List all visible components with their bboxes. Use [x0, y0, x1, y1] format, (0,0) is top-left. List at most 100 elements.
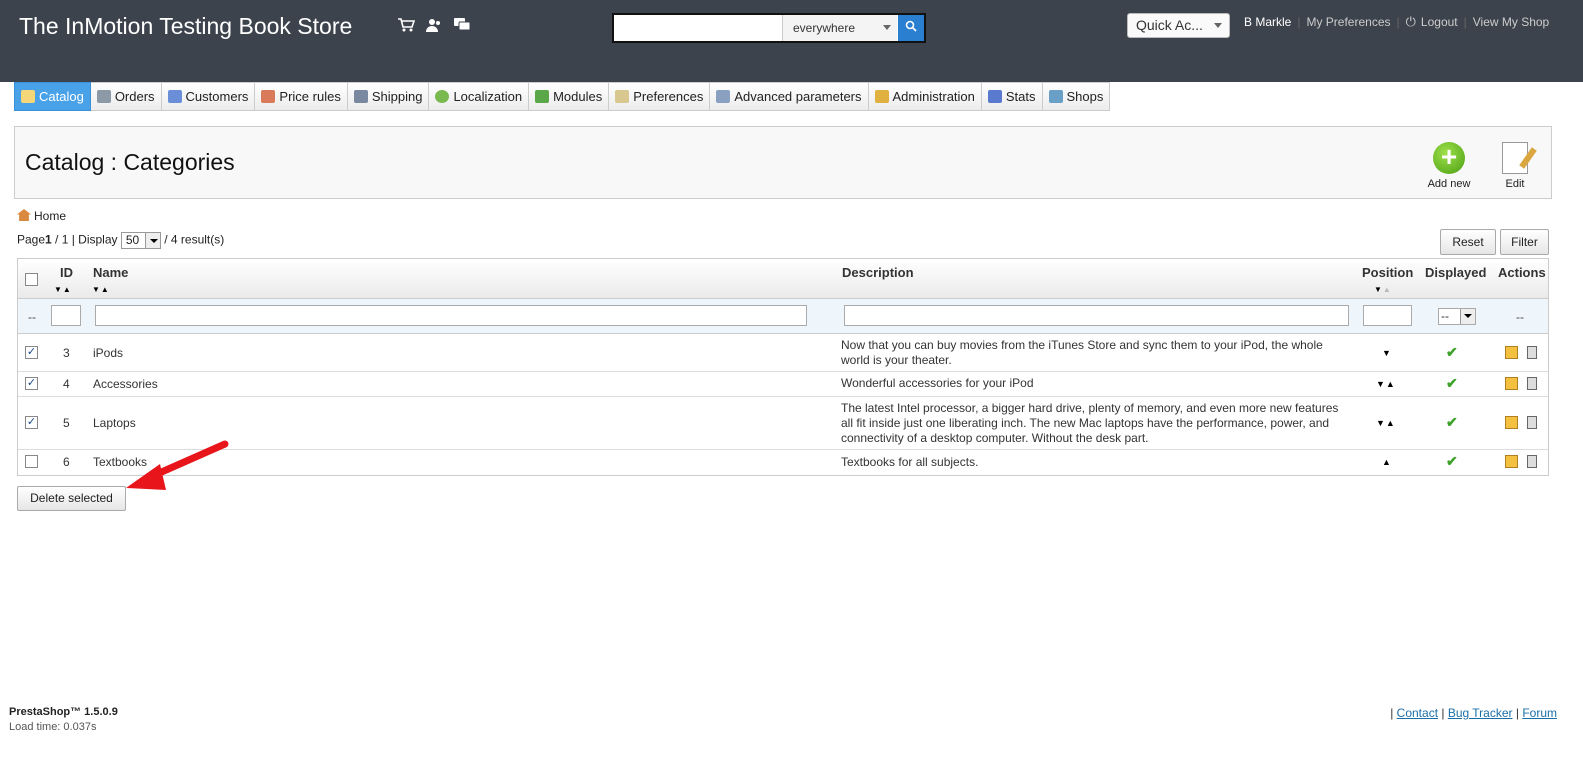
row-checkbox[interactable]: ✓: [25, 346, 38, 359]
row-checkbox[interactable]: ✓: [25, 416, 38, 429]
position-arrows[interactable]: ▼▲: [1376, 379, 1396, 389]
row-id: 5: [63, 416, 70, 430]
edit-icon[interactable]: [1505, 346, 1518, 359]
quick-access-select[interactable]: Quick Ac...: [1127, 13, 1230, 38]
row-name: iPods: [93, 346, 124, 360]
tab-modules[interactable]: Modules: [529, 82, 610, 111]
reset-button[interactable]: Reset: [1440, 229, 1496, 255]
tab-price-rules[interactable]: Price rules: [255, 82, 348, 111]
sort-id-arrows[interactable]: ▼▲: [54, 285, 72, 294]
add-icon: +: [1433, 142, 1465, 174]
per-page-select[interactable]: 50: [120, 232, 161, 249]
row-description: The latest Intel processor, a bigger har…: [841, 401, 1339, 445]
tab-administration[interactable]: Administration: [868, 82, 982, 111]
my-preferences-link[interactable]: My Preferences: [1306, 15, 1390, 29]
search-input[interactable]: [614, 15, 782, 41]
row-id: 3: [63, 346, 70, 360]
position-down-arrow[interactable]: ▼: [1382, 348, 1392, 358]
row-name: Accessories: [93, 377, 158, 391]
filter-name-input[interactable]: [95, 305, 807, 326]
forum-link[interactable]: Forum: [1522, 706, 1557, 720]
wrench-icon: [716, 90, 731, 103]
table-row[interactable]: 6 Textbooks Textbooks for all subjects. …: [18, 450, 1548, 475]
add-new-button[interactable]: + Add new: [1417, 142, 1481, 191]
shop-title[interactable]: The InMotion Testing Book Store: [19, 13, 352, 40]
filter-button[interactable]: Filter: [1500, 229, 1549, 255]
tab-stats[interactable]: Stats: [981, 82, 1043, 111]
sort-position-arrows[interactable]: ▼▲: [1374, 285, 1392, 294]
tab-customers[interactable]: Customers: [161, 82, 256, 111]
view-my-shop-link[interactable]: View My Shop: [1473, 15, 1549, 29]
edit-icon[interactable]: [1505, 377, 1518, 390]
search-icon: [905, 20, 917, 32]
row-description: Wonderful accessories for your iPod: [841, 376, 1034, 390]
search-scope-select[interactable]: everywhere: [782, 15, 897, 41]
chevron-down-icon: [144, 233, 160, 248]
tab-catalog[interactable]: Catalog: [14, 82, 91, 111]
table-header: ID ▼▲ Name ▼▲ Description Position ▼▲ Di…: [18, 259, 1548, 299]
bug-tracker-link[interactable]: Bug Tracker: [1448, 706, 1513, 720]
filter-position-input[interactable]: [1363, 305, 1412, 326]
filter-id-input[interactable]: [51, 305, 81, 326]
table-row[interactable]: ✓ 4 Accessories Wonderful accessories fo…: [18, 372, 1548, 397]
displayed-check-icon[interactable]: ✔: [1446, 414, 1458, 431]
row-id: 4: [63, 377, 70, 391]
displayed-check-icon[interactable]: ✔: [1446, 344, 1458, 361]
col-name[interactable]: Name: [93, 265, 128, 280]
delete-selected-button[interactable]: Delete selected: [17, 486, 126, 511]
page-title-panel: Catalog : Categories + Add new Edit: [14, 126, 1552, 199]
tab-shops[interactable]: Shops: [1042, 82, 1111, 111]
logout-link[interactable]: Logout: [1421, 15, 1458, 29]
select-all-checkbox[interactable]: [25, 273, 38, 286]
tab-shipping[interactable]: Shipping: [347, 82, 430, 111]
filter-dash-actions: --: [1516, 310, 1524, 324]
edit-icon[interactable]: [1505, 455, 1518, 468]
customers-icon[interactable]: [425, 17, 443, 33]
messages-icon[interactable]: [453, 17, 471, 33]
table-row[interactable]: ✓ 5 Laptops The latest Intel processor, …: [18, 397, 1548, 450]
trash-icon[interactable]: [1527, 455, 1537, 468]
page-title: Catalog : Categories: [25, 149, 235, 175]
sort-name-arrows[interactable]: ▼▲: [92, 285, 110, 294]
breadcrumb-home[interactable]: Home: [34, 209, 66, 223]
search-box: everywhere: [612, 13, 926, 43]
filter-row: -- -- --: [18, 299, 1548, 334]
preferences-icon: [615, 90, 630, 103]
globe-icon: [435, 90, 450, 103]
col-position[interactable]: Position: [1362, 265, 1413, 280]
tab-preferences[interactable]: Preferences: [609, 82, 711, 111]
trash-icon[interactable]: [1527, 416, 1537, 429]
row-checkbox[interactable]: ✓: [25, 377, 38, 390]
filter-displayed-select[interactable]: --: [1438, 308, 1476, 325]
contact-link[interactable]: Contact: [1397, 706, 1438, 720]
search-scope-label: everywhere: [793, 21, 856, 35]
customer-icon: [167, 90, 182, 103]
pagination: Page1 / 1 | Display 50 / 4 result(s): [17, 232, 225, 249]
displayed-check-icon[interactable]: ✔: [1446, 453, 1458, 470]
position-up-arrow[interactable]: ▲: [1382, 457, 1392, 467]
edit-button[interactable]: Edit: [1495, 142, 1535, 190]
position-arrows[interactable]: ▼▲: [1376, 418, 1396, 428]
tab-localization[interactable]: Localization: [429, 82, 530, 111]
truck-icon: [353, 90, 368, 103]
footer-links: | Contact | Bug Tracker | Forum: [1390, 706, 1557, 720]
key-icon: [874, 90, 889, 103]
cart-icon[interactable]: [397, 17, 416, 33]
col-id[interactable]: ID: [60, 265, 73, 280]
home-icon: [17, 209, 31, 221]
version-label: PrestaShop™ 1.5.0.9: [9, 706, 118, 718]
tab-orders[interactable]: Orders: [90, 82, 162, 111]
table-row[interactable]: ✓ 3 iPods Now that you can buy movies fr…: [18, 334, 1548, 372]
chevron-down-icon: [883, 25, 891, 30]
displayed-check-icon[interactable]: ✔: [1446, 375, 1458, 392]
filter-description-input[interactable]: [844, 305, 1349, 326]
footer-info: PrestaShop™ 1.5.0.9 Load time: 0.037s: [9, 706, 118, 733]
trash-icon[interactable]: [1527, 377, 1537, 390]
annotation-arrow-icon: [126, 440, 229, 490]
search-button[interactable]: [898, 15, 924, 41]
row-id: 6: [63, 455, 70, 469]
tab-advanced-parameters[interactable]: Advanced parameters: [710, 82, 869, 111]
row-checkbox[interactable]: [25, 455, 38, 468]
trash-icon[interactable]: [1527, 346, 1537, 359]
edit-icon[interactable]: [1505, 416, 1518, 429]
